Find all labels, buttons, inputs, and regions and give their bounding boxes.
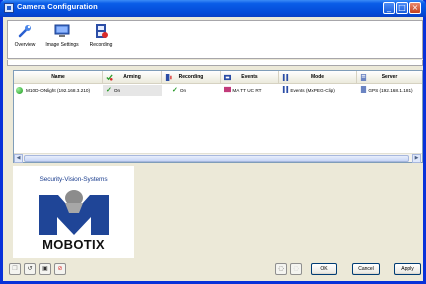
- undo-icon[interactable]: ↺: [24, 263, 36, 275]
- toolbar-image-settings-label: Image Settings: [45, 42, 79, 48]
- row-events-cell[interactable]: MA TT UC RT: [221, 85, 279, 96]
- camera-name: M10D-ONlight (192.168.3.210): [26, 88, 91, 93]
- check-icon: ✓: [106, 87, 112, 94]
- column-recording-label: Recording: [178, 74, 204, 80]
- toolbar-overview-label: Overview: [14, 42, 36, 48]
- monitor-icon: [54, 24, 70, 37]
- recording-value: On: [179, 88, 187, 93]
- wrench-icon: [18, 25, 31, 38]
- column-recording[interactable]: Recording: [162, 71, 221, 84]
- recording-icon: [165, 74, 172, 81]
- help-icon[interactable]: ◌: [290, 263, 302, 275]
- row-mode-cell[interactable]: Events (MxPEG-Clip): [279, 85, 357, 96]
- row-name-cell: M10D-ONlight (192.168.3.210): [14, 85, 103, 96]
- column-mode[interactable]: Mode: [279, 71, 357, 84]
- events-value: MA TT UC RT: [232, 88, 262, 93]
- toolbar: Overview Image Settings Recording: [7, 20, 423, 59]
- mode-value: Events (MxPEG-Clip): [290, 88, 335, 93]
- scroll-left-icon[interactable]: ◀: [14, 154, 23, 163]
- events-icon: [224, 74, 231, 81]
- column-events[interactable]: Events: [221, 71, 279, 84]
- column-arming[interactable]: Arming: [103, 71, 162, 84]
- toolbar-image-settings-button[interactable]: Image Settings: [42, 23, 82, 55]
- column-server-label: Server: [381, 74, 398, 80]
- column-name-label: Name: [51, 74, 65, 80]
- arming-icon: [106, 74, 113, 81]
- camera-preview: Security-Vision-Systems MOBOTIX: [13, 166, 134, 258]
- maximize-button[interactable]: □: [396, 2, 408, 14]
- column-server[interactable]: Server: [357, 71, 422, 84]
- toolbar-strip: [7, 60, 423, 66]
- minimize-button[interactable]: _: [383, 2, 395, 14]
- toolbar-recording-button[interactable]: Recording: [86, 23, 116, 55]
- mode-icon: [282, 86, 289, 93]
- toolbar-overview-button[interactable]: Overview: [12, 23, 38, 55]
- grid-header: Name Arming Recording Events Mode Server: [14, 71, 422, 84]
- copy-icon[interactable]: ❐: [9, 263, 21, 275]
- camera-grid: Name Arming Recording Events Mode Server: [13, 70, 423, 163]
- table-row[interactable]: M10D-ONlight (192.168.3.210) ✓ On ✓ On MA …: [14, 85, 422, 96]
- events-icon: [224, 86, 231, 93]
- camera-icon[interactable]: ▣: [39, 263, 51, 275]
- mobotix-logo-icon: [39, 190, 109, 235]
- server-icon: [360, 86, 367, 93]
- mode-icon: [282, 74, 289, 81]
- column-name[interactable]: Name: [14, 71, 103, 84]
- window-title: Camera Configuration: [17, 2, 98, 11]
- row-arming-cell[interactable]: ✓ On: [103, 85, 162, 96]
- app-icon: [4, 3, 14, 13]
- close-button[interactable]: ×: [409, 2, 421, 14]
- info-icon[interactable]: ◌: [275, 263, 287, 275]
- horizontal-scrollbar[interactable]: ◀ ▶: [14, 153, 422, 163]
- column-mode-label: Mode: [310, 74, 325, 80]
- row-server-cell[interactable]: GPS (192.168.1.181): [357, 85, 422, 96]
- arming-value: On: [113, 88, 121, 93]
- server-icon: [360, 74, 367, 81]
- column-arming-label: Arming: [123, 74, 141, 80]
- cancel-button[interactable]: Cancel: [352, 263, 380, 275]
- film-icon: [96, 24, 108, 38]
- apply-button[interactable]: Apply: [394, 263, 421, 275]
- column-events-label: Events: [241, 74, 258, 80]
- stop-icon[interactable]: ⊘: [54, 263, 66, 275]
- bottom-bar: ❐ ↺ ▣ ⊘ ◌ ◌ OK Cancel Apply: [7, 263, 423, 278]
- toolbar-recording-label: Recording: [89, 42, 113, 48]
- server-value: GPS (192.168.1.181): [368, 88, 413, 93]
- logo-tagline: Security-Vision-Systems: [39, 176, 108, 183]
- row-recording-cell[interactable]: ✓ On: [162, 85, 221, 96]
- status-ok-icon: [16, 87, 23, 94]
- scroll-thumb[interactable]: [24, 155, 409, 162]
- camera-config-window: Camera Configuration _ □ × Overview Imag…: [0, 0, 426, 284]
- scroll-right-icon[interactable]: ▶: [412, 154, 421, 163]
- ok-button[interactable]: OK: [311, 263, 337, 275]
- logo-brand: MOBOTIX: [42, 237, 105, 252]
- title-bar[interactable]: Camera Configuration _ □ ×: [0, 0, 426, 17]
- check-icon: ✓: [172, 87, 178, 94]
